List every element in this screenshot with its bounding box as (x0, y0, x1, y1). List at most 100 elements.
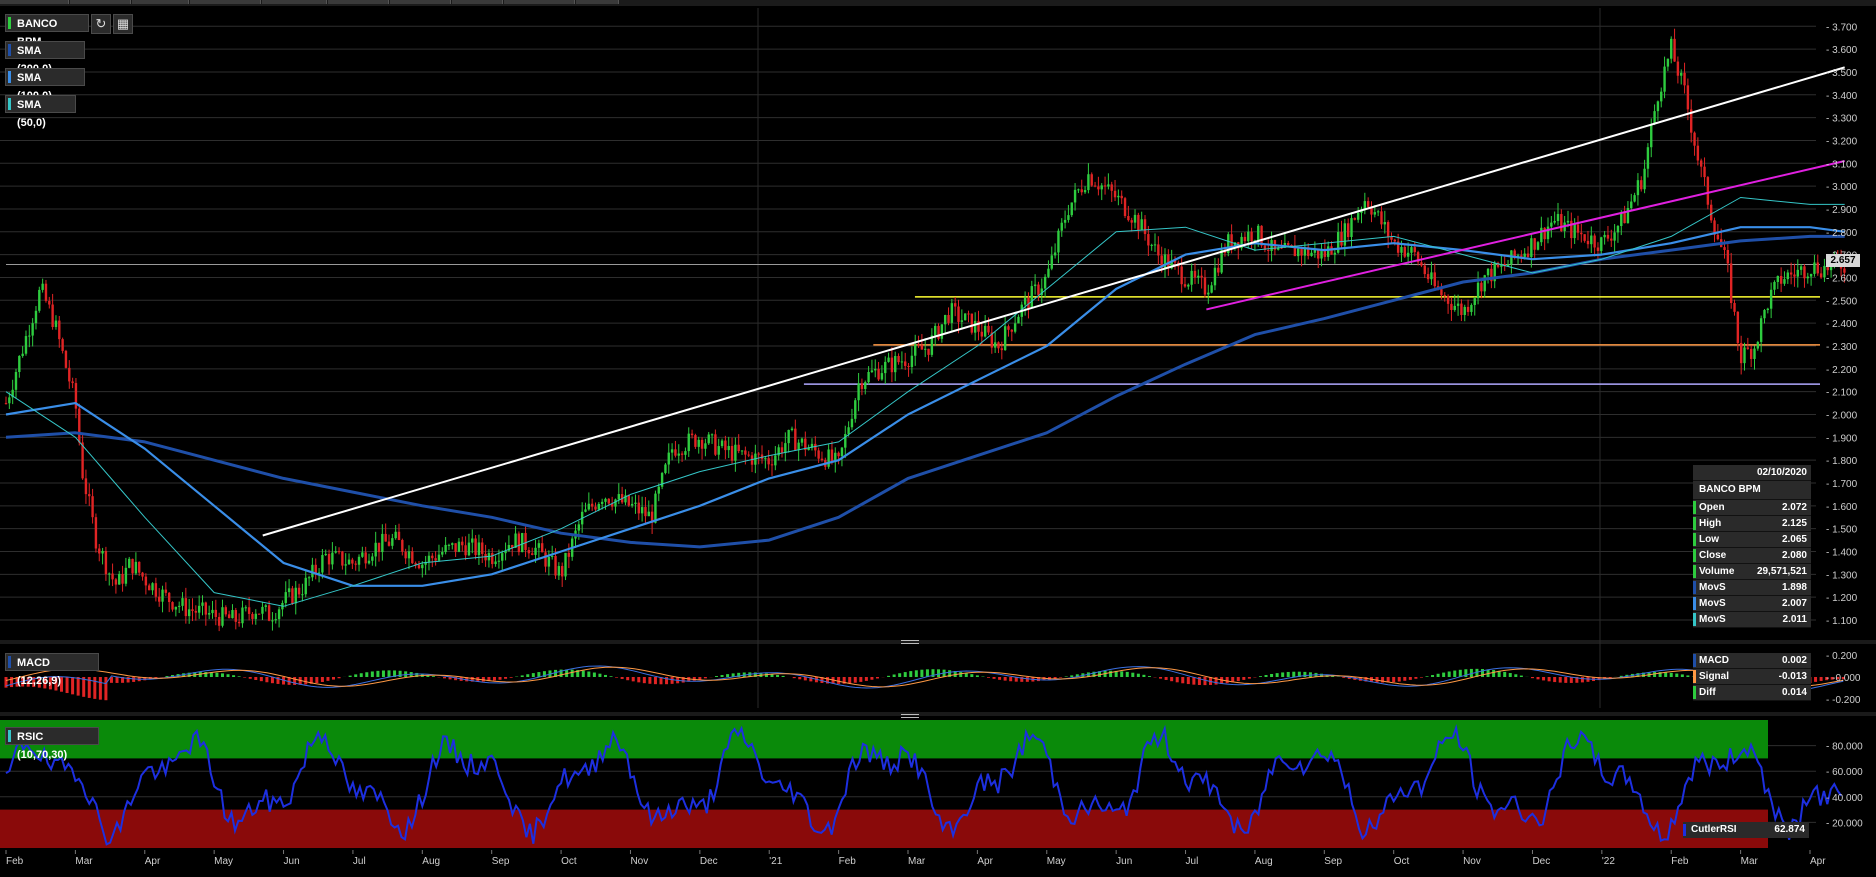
macd-histogram-bar (1408, 677, 1412, 680)
candle-body (560, 566, 564, 577)
macd-histogram-bar (1564, 677, 1568, 683)
candle-body (594, 506, 597, 510)
candle-body (1137, 214, 1140, 231)
candle-body (970, 313, 974, 333)
candle-body (1060, 222, 1063, 231)
candle-body (214, 609, 218, 617)
macd-histogram-bar (714, 676, 718, 677)
candle-body (1260, 225, 1263, 246)
candle-body (477, 542, 481, 556)
candle-body (1733, 302, 1736, 312)
candle-body (517, 533, 521, 553)
refresh-button[interactable]: ↻ (91, 14, 111, 34)
panel-resize-handle[interactable] (901, 714, 919, 718)
rsi-readout-value: 62.874 (1774, 824, 1805, 835)
candle-body (304, 577, 307, 595)
sma200-legend[interactable]: SMA (200,0) (5, 41, 85, 75)
candle-body (437, 554, 441, 561)
candle-body (887, 357, 890, 362)
sma50-legend[interactable]: SMA (50,0) (5, 95, 76, 129)
x-tick-label: '21 (769, 856, 782, 867)
candle-body (1150, 244, 1153, 246)
sma100-legend[interactable]: SMA (100,0) (5, 68, 85, 102)
macd-histogram-bar (1170, 677, 1174, 682)
x-tick-label: Sep (492, 856, 510, 867)
candle-body (451, 543, 454, 545)
y-tick-label: - -0.200 (1826, 695, 1861, 706)
macd-histogram-bar (76, 677, 80, 696)
macd-histogram-bar (703, 677, 707, 679)
candle-body (464, 545, 467, 556)
x-tick-label: Apr (1810, 856, 1826, 867)
candle-body (787, 429, 790, 444)
candle-body (1666, 58, 1670, 67)
candle-body (1670, 38, 1673, 59)
candle-body (1403, 247, 1406, 257)
macd-histogram-bar (354, 674, 358, 677)
candle-body (471, 538, 474, 543)
macd-histogram-bar (898, 673, 902, 677)
candle-body (627, 495, 630, 506)
candle-body (1523, 253, 1526, 257)
candle-body (1080, 189, 1083, 193)
candle-body (1729, 263, 1733, 303)
candle-body (1706, 177, 1710, 205)
candle-body (1243, 236, 1247, 242)
rsi-legend[interactable]: RSIC (10,70,30) (5, 727, 99, 761)
macd-histogram-bar (975, 675, 979, 677)
macd-histogram-bar (320, 677, 324, 682)
row-marker (1693, 654, 1696, 667)
macd-histogram-bar (615, 677, 619, 678)
candle-body (1430, 272, 1433, 280)
candle-body (1187, 284, 1190, 287)
candle-body (71, 381, 74, 384)
candle-body (1530, 238, 1533, 257)
candle-body (1769, 289, 1773, 309)
macd-legend[interactable]: MACD (12,26,9) (5, 653, 99, 687)
candle-body (124, 567, 128, 584)
rsi-data-window: CutlerRSI 62.874 (1683, 822, 1809, 838)
candle-body (680, 453, 684, 455)
candle-body (1623, 212, 1626, 224)
x-tick-label: Oct (1394, 856, 1410, 867)
candle-body (1287, 242, 1290, 246)
macd-histogram-bar (1120, 671, 1124, 677)
candle-body (121, 573, 124, 584)
candle-body (1596, 247, 1600, 251)
y-tick-label: - 1.300 (1826, 570, 1858, 581)
y-tick-label: - 1.500 (1826, 525, 1858, 536)
candle-body (1723, 247, 1726, 250)
macd-histogram-bar (1136, 673, 1140, 677)
candle-body (820, 458, 824, 461)
macd-histogram-bar (1519, 675, 1523, 677)
candle-body (38, 289, 41, 311)
calendar-button[interactable]: ▦ (113, 14, 133, 34)
candle-body (1033, 284, 1037, 287)
macd-histogram-bar (1203, 677, 1207, 686)
macd-histogram-bar (903, 672, 907, 677)
macd-histogram-bar (587, 671, 591, 677)
candle-body (131, 558, 134, 574)
candle-body (187, 609, 191, 617)
macd-histogram-bar (337, 677, 341, 679)
y-tick-label: - 2.800 (1826, 228, 1858, 239)
row-value: 2.065 (1781, 534, 1807, 545)
y-tick-label: - 2.900 (1826, 205, 1858, 216)
candle-body (550, 555, 554, 557)
panel-resize-handle[interactable] (901, 640, 919, 644)
candle-body (1326, 246, 1330, 257)
macd-histogram-bar (776, 674, 780, 677)
candle-body (114, 579, 118, 585)
x-tick-label: Mar (908, 856, 926, 867)
chart-canvas[interactable]: - 1.100 - 1.200 - 1.300 - 1.400 - 1.500 - 1.6… (0, 0, 1876, 877)
candle-body (667, 452, 670, 465)
instrument-legend[interactable]: BANCO BPM (5, 14, 89, 48)
macd-histogram-bar (1009, 677, 1013, 682)
series-color-marker (8, 730, 11, 742)
macd-histogram-bar (348, 675, 352, 677)
macd-histogram-bar (232, 675, 236, 677)
candle-body (151, 583, 154, 591)
candle-body (1636, 180, 1640, 196)
candle-body (644, 507, 647, 517)
candle-body (138, 561, 141, 573)
